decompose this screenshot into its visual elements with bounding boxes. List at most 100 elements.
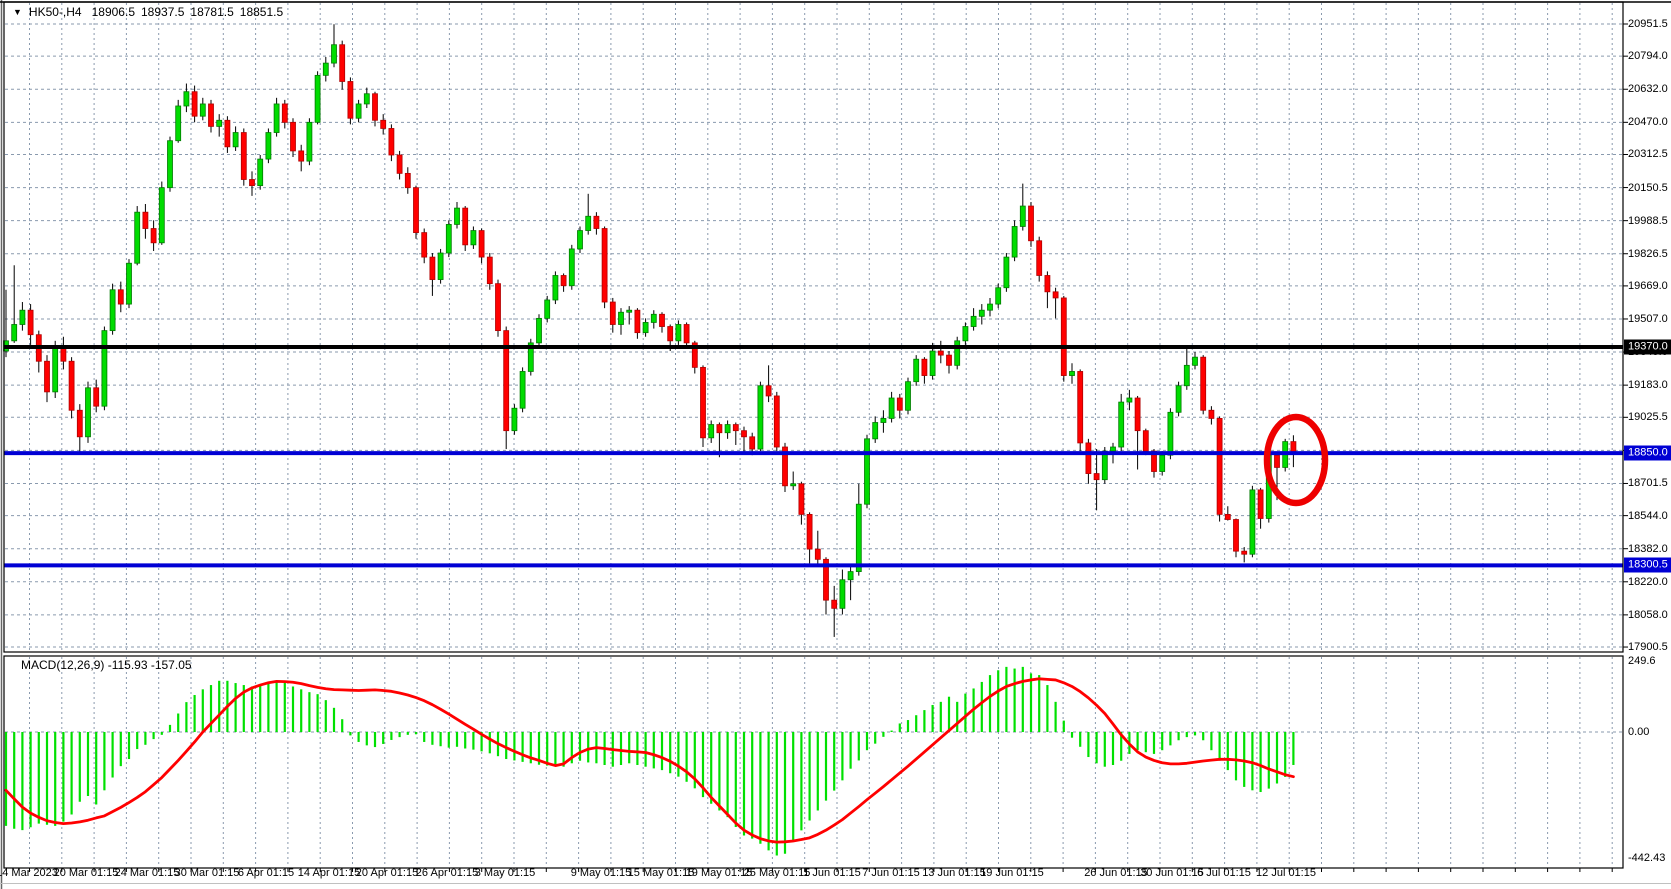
candle-bearish [249, 179, 255, 187]
candle-bearish [1085, 442, 1092, 474]
candle-bullish [552, 275, 559, 301]
candle-bearish [117, 289, 124, 305]
candle-bearish [1044, 275, 1051, 293]
candle-bullish [216, 119, 223, 127]
candle-bearish [1224, 514, 1231, 520]
candle-bullish [872, 422, 879, 440]
candle-bullish [790, 483, 797, 487]
candle-bullish [626, 309, 633, 313]
candle-bearish [659, 313, 665, 327]
candle-bearish [347, 81, 354, 119]
candle-bearish [290, 121, 296, 152]
candle-bearish [1208, 409, 1215, 419]
candle-bullish [355, 103, 362, 119]
candle-bearish [298, 150, 305, 162]
candle-bullish [1126, 397, 1133, 403]
candle-bullish [757, 385, 764, 450]
macd-indicator-layer [4, 666, 1295, 856]
candle-bearish [224, 119, 231, 148]
candle-bullish [126, 262, 132, 305]
candle-bullish [158, 187, 165, 244]
candle-bullish [322, 62, 329, 76]
candle-bearish [429, 256, 436, 280]
candle-bearish [896, 397, 903, 411]
candle-bullish [577, 230, 583, 250]
candle-bullish [454, 207, 460, 225]
candle-bullish [650, 313, 657, 323]
candle-bullish [1003, 256, 1010, 289]
candle-bullish [101, 330, 108, 407]
candle-bullish [445, 224, 452, 254]
candle-bearish [806, 514, 813, 550]
candle-bearish [946, 354, 952, 366]
candle-bullish [470, 230, 477, 246]
candle-bullish [1101, 450, 1108, 481]
candle-bullish [913, 358, 920, 383]
candle-bearish [937, 350, 944, 356]
candle-bullish [585, 215, 592, 231]
trading-chart-window: ▼ HK50-,H4 18906.5 18937.5 18781.5 18851.5 MA… [0, 0, 1671, 889]
candle-bearish [1233, 519, 1239, 552]
candle-bearish [609, 301, 616, 325]
candle-bearish [1093, 473, 1100, 481]
candle-bullish [1069, 371, 1075, 376]
candle-bullish [568, 248, 575, 287]
hline-objects-layer[interactable] [4, 344, 1623, 568]
candle-bullish [929, 350, 936, 376]
candle-bullish [642, 322, 649, 334]
candle-bearish [1216, 418, 1223, 515]
candle-bearish [773, 395, 780, 448]
frame-layer [0, 0, 1671, 889]
candle-bearish [1036, 240, 1043, 276]
candle-bearish [191, 91, 198, 117]
candle-bullish [864, 438, 870, 505]
candle-bearish [396, 154, 403, 174]
candle-bearish [1077, 371, 1084, 444]
candle-bearish [372, 93, 378, 121]
candle-bullish [314, 74, 321, 123]
candle-bullish [978, 309, 985, 317]
candle-bearish [404, 172, 411, 189]
candle-bearish [60, 346, 67, 362]
chart-canvas[interactable] [0, 0, 1671, 889]
candle-bullish [11, 324, 18, 342]
candle-bullish [544, 299, 551, 319]
candle-bullish [519, 371, 526, 409]
candle-bullish [905, 381, 911, 411]
candle-bullish [1175, 385, 1182, 413]
candle-bullish [199, 103, 206, 117]
candle-bullish [724, 424, 731, 434]
candle-bearish [208, 103, 214, 127]
candle-bearish [700, 366, 706, 439]
candle-bullish [1183, 364, 1190, 387]
candle-bearish [716, 424, 723, 434]
candle-bullish [1110, 446, 1116, 452]
candle-bearish [601, 228, 608, 303]
candle-bullish [134, 211, 141, 264]
candle-bullish [839, 579, 846, 609]
grid-layer [5, 3, 1622, 867]
candle-bearish [1134, 397, 1141, 432]
candle-bearish [388, 128, 395, 156]
candle-bullish [855, 503, 862, 572]
candle-bullish [1118, 401, 1125, 448]
candle-bearish [765, 385, 772, 397]
candle-bearish [281, 103, 288, 123]
candle-bullish [708, 424, 715, 439]
candle-bullish [618, 311, 624, 325]
candle-bullish [265, 132, 272, 160]
candle-bearish [593, 215, 600, 229]
candle-bearish [240, 132, 247, 180]
candle-bullish [183, 91, 190, 107]
macd-signal-line [4, 677, 1295, 844]
candle-bearish [93, 387, 100, 407]
candle-bullish [962, 326, 969, 342]
candle-bearish [478, 230, 485, 258]
candle-bullish [888, 397, 895, 419]
candle-bearish [749, 436, 756, 450]
candle-bearish [150, 228, 157, 244]
candle-bearish [339, 44, 346, 82]
candle-bullish [536, 317, 542, 344]
candle-bearish [921, 358, 928, 376]
candle-bullish [257, 158, 264, 187]
